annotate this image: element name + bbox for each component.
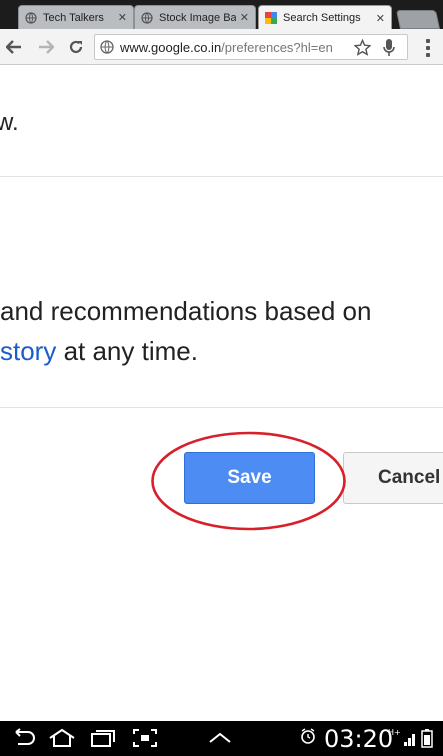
status-clock: 03:20 <box>324 725 394 753</box>
web-history-link[interactable]: story <box>0 336 56 366</box>
tab-title: Stock Image Ba <box>159 11 236 24</box>
tab-close-icon[interactable]: ✕ <box>376 12 385 25</box>
back-arrow-icon[interactable] <box>4 37 24 57</box>
battery-icon <box>420 728 434 748</box>
menu-icon[interactable] <box>418 38 438 58</box>
tab-close-icon[interactable]: ✕ <box>240 11 249 24</box>
bookmark-star-icon[interactable] <box>353 38 372 61</box>
globe-icon <box>25 11 37 24</box>
recent-apps-icon[interactable] <box>88 728 116 748</box>
save-button[interactable]: Save <box>184 452 315 504</box>
back-nav-icon[interactable] <box>8 728 36 748</box>
divider <box>0 407 443 408</box>
url-text: www.google.co.in/preferences?hl=en <box>120 40 333 55</box>
new-tab-button[interactable] <box>395 10 441 29</box>
globe-icon <box>141 11 153 24</box>
text-fragment: w. <box>0 109 19 136</box>
tab-title: Tech Talkers <box>43 11 104 24</box>
screenshot-icon[interactable] <box>131 728 159 748</box>
microphone-icon[interactable] <box>383 39 395 62</box>
tab-title: Search Settings <box>283 12 361 24</box>
tab-tech-talkers[interactable]: Tech Talkers ✕ <box>18 5 134 29</box>
history-description-rest: at any time. <box>56 336 198 366</box>
signal-strength-icon <box>404 728 418 746</box>
tab-strip: Tech Talkers ✕ Stock Image Ba ✕ Search S… <box>0 0 443 30</box>
google-favicon-icon <box>265 12 277 24</box>
address-bar[interactable]: www.google.co.in/preferences?hl=en <box>94 34 408 60</box>
cancel-button[interactable]: Cancel <box>343 452 443 504</box>
alarm-icon <box>300 728 316 744</box>
url-domain: www.google.co.in <box>120 39 222 55</box>
tab-stock-image[interactable]: Stock Image Ba ✕ <box>134 5 256 29</box>
home-nav-icon[interactable] <box>48 728 76 748</box>
system-navigation-bar: 03:20 H+ <box>0 721 443 756</box>
page-content: w. and recommendations based on story at… <box>0 65 443 721</box>
browser-toolbar: www.google.co.in/preferences?hl=en <box>0 29 443 65</box>
history-description-line: and recommendations based on <box>0 296 372 326</box>
reload-icon[interactable] <box>66 37 86 57</box>
url-path: /preferences?hl=en <box>221 39 333 55</box>
divider <box>0 176 443 177</box>
tab-close-icon[interactable]: ✕ <box>118 11 127 24</box>
forward-arrow-icon[interactable] <box>36 37 56 57</box>
tab-search-settings[interactable]: Search Settings ✕ <box>258 5 392 30</box>
chevron-up-icon[interactable] <box>206 728 234 748</box>
history-description-line-2: story at any time. <box>0 336 198 367</box>
network-type-label: H+ <box>388 728 401 737</box>
globe-icon <box>100 40 114 54</box>
